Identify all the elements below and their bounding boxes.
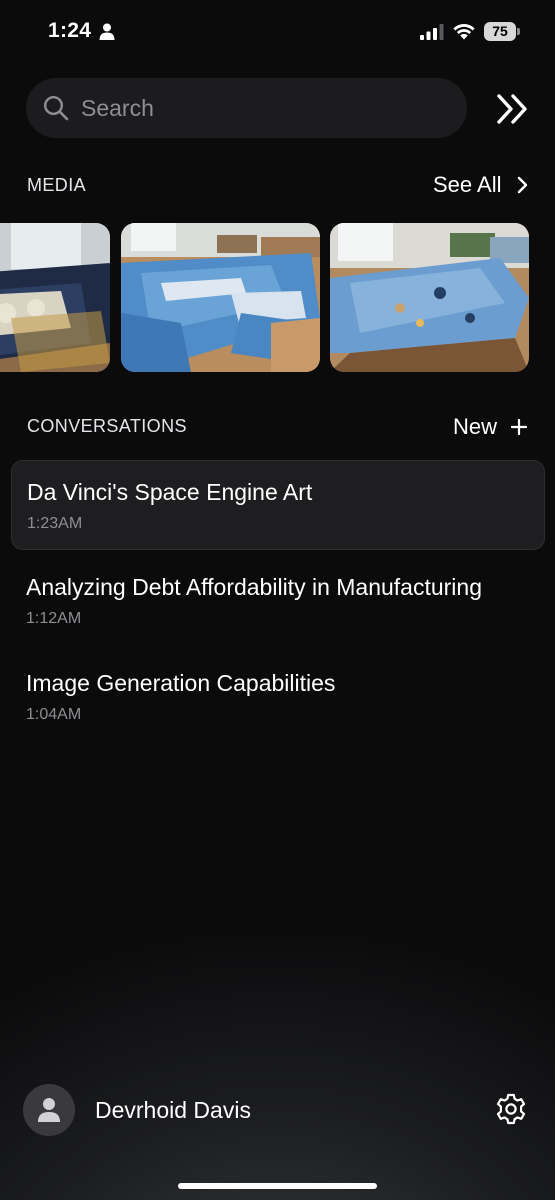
home-indicator[interactable] xyxy=(178,1183,377,1189)
conversation-title: Image Generation Capabilities xyxy=(26,670,336,696)
media-thumbnail[interactable] xyxy=(330,223,529,372)
media-thumbnail[interactable] xyxy=(121,223,320,372)
person-icon xyxy=(99,23,115,40)
puzzle-image-2 xyxy=(121,223,320,372)
plus-icon[interactable] xyxy=(511,419,527,435)
see-all-button[interactable]: See All xyxy=(433,172,502,198)
wifi-icon xyxy=(453,24,475,40)
cellular-signal-icon xyxy=(420,24,444,40)
new-conversation-button[interactable]: New xyxy=(453,414,497,440)
chevron-right-icon[interactable] xyxy=(517,176,529,194)
search-input[interactable] xyxy=(81,90,451,126)
conversation-item[interactable]: Da Vinci's Space Engine Art 1:23AM xyxy=(11,460,545,550)
search-icon xyxy=(43,95,69,121)
media-section-title: MEDIA xyxy=(27,175,87,195)
puzzle-image-1 xyxy=(0,223,110,372)
avatar-person-icon xyxy=(38,1098,60,1122)
conversation-time: 1:12AM xyxy=(26,610,82,627)
avatar[interactable] xyxy=(23,1084,75,1136)
gear-icon[interactable] xyxy=(494,1092,528,1126)
user-name[interactable]: Devrhoid Davis xyxy=(95,1097,251,1124)
battery-icon: 75 xyxy=(484,22,520,41)
conversation-item[interactable]: Image Generation Capabilities 1:04AM xyxy=(11,652,545,742)
conversations-section-title: CONVERSATIONS xyxy=(27,416,187,436)
conversation-title: Analyzing Debt Affordability in Manufact… xyxy=(26,574,483,600)
double-chevron-right-icon[interactable] xyxy=(494,92,532,126)
battery-nub xyxy=(517,28,520,35)
conversation-time: 1:23AM xyxy=(27,515,83,532)
search-bar[interactable] xyxy=(26,78,467,138)
app-screen: 1:24 75 MEDIA See xyxy=(0,0,555,1200)
status-time: 1:24 xyxy=(48,19,92,42)
conversation-time: 1:04AM xyxy=(26,706,82,723)
conversation-title: Da Vinci's Space Engine Art xyxy=(27,479,313,505)
battery-level: 75 xyxy=(484,22,516,41)
status-bar: 1:24 75 xyxy=(0,0,555,62)
puzzle-image-3 xyxy=(330,223,529,372)
conversation-item[interactable]: Analyzing Debt Affordability in Manufact… xyxy=(11,556,545,646)
media-thumbnail[interactable] xyxy=(0,223,110,372)
